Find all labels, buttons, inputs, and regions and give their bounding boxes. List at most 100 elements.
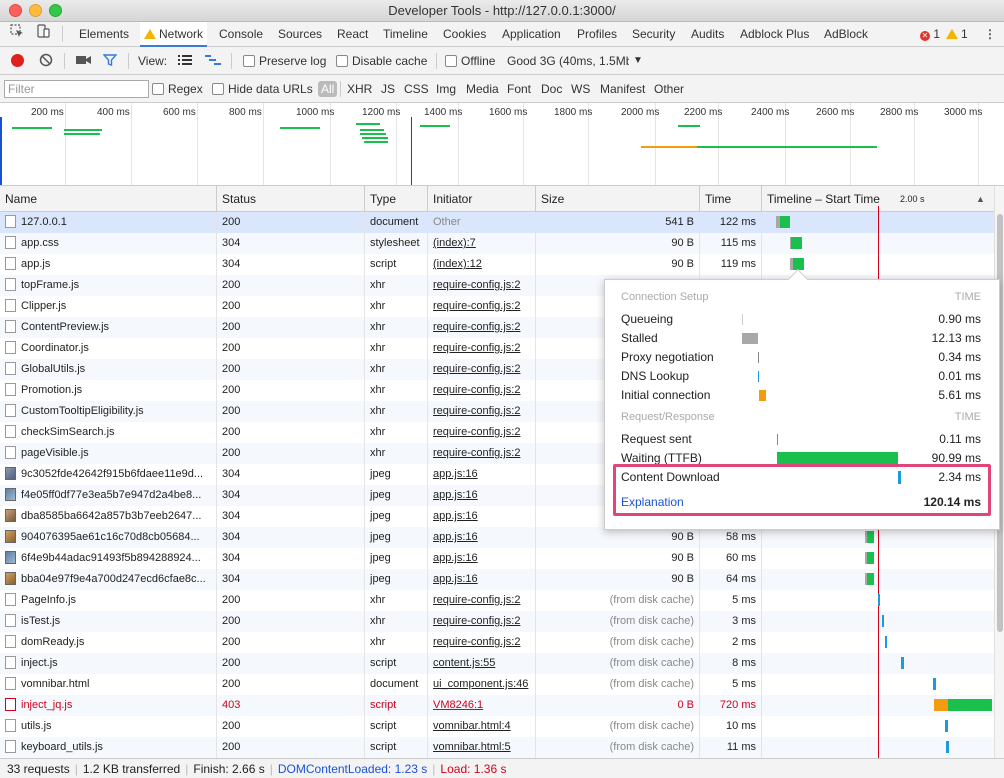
- request-name[interactable]: 904076395ae61c16c70d8cb05684...: [0, 527, 217, 548]
- tab-sources[interactable]: Sources: [278, 22, 322, 46]
- large-rows-icon[interactable]: [178, 47, 192, 75]
- request-name[interactable]: vomnibar.html: [0, 674, 217, 695]
- capture-screenshots-icon[interactable]: [76, 47, 92, 75]
- disable-cache-checkbox[interactable]: Disable cache: [336, 47, 427, 75]
- sort-ascending-icon[interactable]: ▲: [976, 186, 985, 212]
- request-name[interactable]: bba04e97f9e4a700d247ecd6cfae8c...: [0, 569, 217, 590]
- request-initiator[interactable]: require-config.js:2: [428, 590, 536, 611]
- type-filter-css[interactable]: CSS: [404, 75, 429, 103]
- request-name[interactable]: domReady.js: [0, 632, 217, 653]
- request-name[interactable]: Promotion.js: [0, 380, 217, 401]
- column-initiator[interactable]: Initiator: [428, 186, 536, 212]
- request-name[interactable]: app.css: [0, 233, 217, 254]
- request-name[interactable]: f4e05ff0df77e3ea5b7e947d2a4be8...: [0, 485, 217, 506]
- request-name[interactable]: 127.0.0.1: [0, 212, 217, 233]
- warning-count-badge[interactable]: 1: [946, 22, 968, 46]
- device-toolbar-icon[interactable]: [36, 22, 50, 46]
- request-initiator[interactable]: require-config.js:2: [428, 296, 536, 317]
- table-row[interactable]: 127.0.0.1 200 document Other 541 B 122 ms: [0, 212, 994, 233]
- request-initiator[interactable]: require-config.js:2: [428, 443, 536, 464]
- request-initiator[interactable]: content.js:55: [428, 653, 536, 674]
- type-filter-ws[interactable]: WS: [571, 75, 590, 103]
- tab-profiles[interactable]: Profiles: [577, 22, 617, 46]
- request-name[interactable]: keyboard_utils.js: [0, 737, 217, 758]
- type-filter-manifest[interactable]: Manifest: [600, 75, 645, 103]
- request-initiator[interactable]: require-config.js:2: [428, 611, 536, 632]
- tab-application[interactable]: Application: [502, 22, 561, 46]
- request-initiator[interactable]: require-config.js:2: [428, 632, 536, 653]
- type-filter-img[interactable]: Img: [436, 75, 456, 103]
- table-row[interactable]: app.js 304 script (index):12 90 B 119 ms: [0, 254, 994, 275]
- request-initiator[interactable]: require-config.js:2: [428, 422, 536, 443]
- inspect-element-icon[interactable]: [10, 22, 24, 46]
- request-initiator[interactable]: app.js:16: [428, 569, 536, 590]
- request-initiator[interactable]: app.js:16: [428, 464, 536, 485]
- request-name[interactable]: utils.js: [0, 716, 217, 737]
- request-initiator[interactable]: require-config.js:2: [428, 359, 536, 380]
- tab-audits[interactable]: Audits: [691, 22, 724, 46]
- table-row[interactable]: 904076395ae61c16c70d8cb05684... 304 jpeg ap…: [0, 527, 994, 548]
- request-initiator[interactable]: app.js:16: [428, 506, 536, 527]
- type-filter-all[interactable]: All: [318, 75, 338, 103]
- table-row[interactable]: PageInfo.js 200 xhr require-config.js:2 (fro…: [0, 590, 994, 611]
- column-status[interactable]: Status: [217, 186, 365, 212]
- type-filter-font[interactable]: Font: [507, 75, 531, 103]
- request-initiator[interactable]: require-config.js:2: [428, 317, 536, 338]
- request-name[interactable]: topFrame.js: [0, 275, 217, 296]
- request-initiator[interactable]: (index):7: [428, 233, 536, 254]
- request-initiator[interactable]: vomnibar.html:5: [428, 737, 536, 758]
- regex-checkbox[interactable]: Regex: [152, 75, 203, 103]
- tab-timeline[interactable]: Timeline: [383, 22, 428, 46]
- overview-timeline[interactable]: 200 ms 400 ms 600 ms 800 ms 1000 ms 1200 ms 14…: [0, 103, 1004, 186]
- preserve-log-checkbox[interactable]: Preserve log: [243, 47, 326, 75]
- column-time[interactable]: Time: [700, 186, 762, 212]
- tab-adblock[interactable]: AdBlock: [824, 22, 868, 46]
- request-initiator[interactable]: vomnibar.html:4: [428, 716, 536, 737]
- tab-adblock-plus[interactable]: Adblock Plus: [740, 22, 809, 46]
- request-name[interactable]: Clipper.js: [0, 296, 217, 317]
- chevron-down-icon[interactable]: ▼: [633, 47, 643, 75]
- type-filter-js[interactable]: JS: [381, 75, 395, 103]
- request-name[interactable]: Coordinator.js: [0, 338, 217, 359]
- table-row[interactable]: bba04e97f9e4a700d247ecd6cfae8c... 304 jpeg…: [0, 569, 994, 590]
- table-row[interactable]: domReady.js 200 xhr require-config.js:2 (fro…: [0, 632, 994, 653]
- type-filter-xhr[interactable]: XHR: [347, 75, 372, 103]
- request-initiator[interactable]: app.js:16: [428, 548, 536, 569]
- tab-network[interactable]: Network: [140, 22, 208, 47]
- request-initiator[interactable]: app.js:16: [428, 485, 536, 506]
- table-row[interactable]: inject_jq.js 403 script VM8246:1 0 B 720 ms: [0, 695, 994, 716]
- request-initiator[interactable]: app.js:16: [428, 527, 536, 548]
- filter-input[interactable]: [4, 80, 149, 98]
- request-name[interactable]: app.js: [0, 254, 217, 275]
- waterfall-overview-icon[interactable]: [205, 47, 221, 75]
- table-row[interactable]: app.css 304 stylesheet (index):7 90 B 115 ms: [0, 233, 994, 254]
- request-name[interactable]: ContentPreview.js: [0, 317, 217, 338]
- request-name[interactable]: inject_jq.js: [0, 695, 217, 716]
- error-count-badge[interactable]: ✕ 1: [920, 22, 940, 46]
- table-row[interactable]: inject.js 200 script content.js:55 (from dis…: [0, 653, 994, 674]
- type-filter-doc[interactable]: Doc: [541, 75, 562, 103]
- request-name[interactable]: 6f4e9b44adac91493f5b894288924...: [0, 548, 217, 569]
- clear-icon[interactable]: [39, 47, 53, 75]
- request-name[interactable]: PageInfo.js: [0, 590, 217, 611]
- request-name[interactable]: pageVisible.js: [0, 443, 217, 464]
- tab-console[interactable]: Console: [219, 22, 263, 46]
- request-name[interactable]: 9c3052fde42642f915b6fdaee11e9d...: [0, 464, 217, 485]
- request-name[interactable]: checkSimSearch.js: [0, 422, 217, 443]
- type-filter-other[interactable]: Other: [654, 75, 684, 103]
- column-timeline[interactable]: Timeline – Start Time 2.00 s ▲: [762, 186, 994, 212]
- request-initiator[interactable]: (index):12: [428, 254, 536, 275]
- request-name[interactable]: dba8585ba6642a857b3b7eeb2647...: [0, 506, 217, 527]
- tab-elements[interactable]: Elements: [79, 22, 129, 46]
- column-type[interactable]: Type: [365, 186, 428, 212]
- tab-security[interactable]: Security: [632, 22, 675, 46]
- table-row[interactable]: 6f4e9b44adac91493f5b894288924... 304 jpeg a…: [0, 548, 994, 569]
- column-name[interactable]: Name: [0, 186, 217, 212]
- request-initiator[interactable]: require-config.js:2: [428, 401, 536, 422]
- filter-icon[interactable]: [102, 47, 118, 75]
- tab-react[interactable]: React: [337, 22, 368, 46]
- record-button[interactable]: [11, 54, 24, 67]
- type-filter-media[interactable]: Media: [466, 75, 499, 103]
- request-initiator[interactable]: ui_component.js:46: [428, 674, 536, 695]
- column-size[interactable]: Size: [536, 186, 700, 212]
